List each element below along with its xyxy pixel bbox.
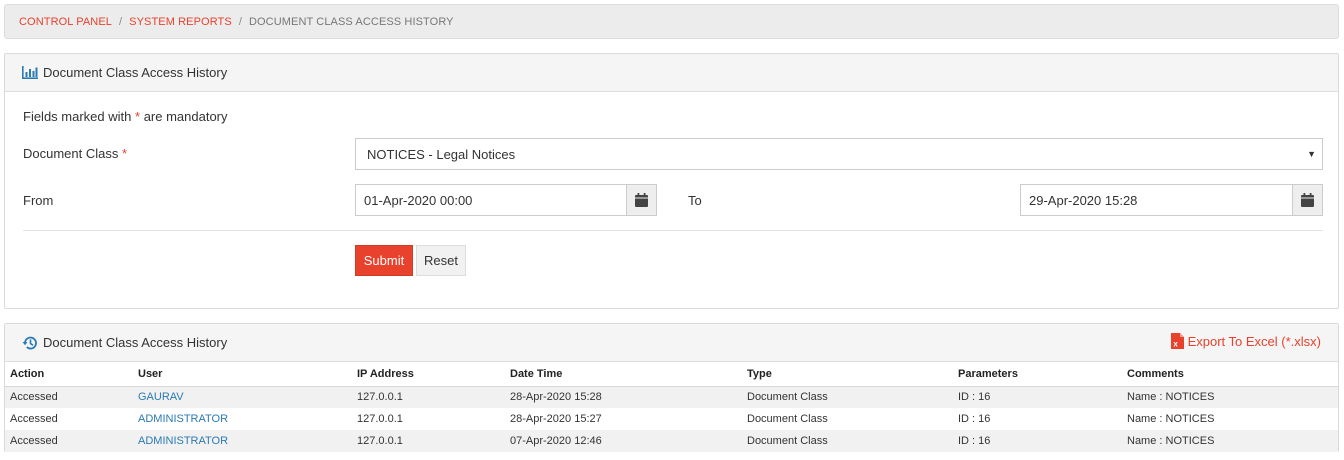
column-header-comments[interactable]: Comments — [1122, 362, 1338, 387]
column-header-user[interactable]: User — [133, 362, 352, 387]
column-header-parameters[interactable]: Parameters — [953, 362, 1122, 387]
cell-action: Accessed — [5, 430, 133, 452]
cell-user: GAURAV — [133, 386, 352, 408]
cell-user: ADMINISTRATOR — [133, 430, 352, 452]
filter-panel-header: Document Class Access History — [5, 54, 1338, 92]
excel-file-icon: x — [1170, 333, 1184, 349]
table-header-row: Action User IP Address Date Time Type Pa… — [5, 362, 1338, 387]
calendar-icon — [635, 193, 648, 207]
cell-comments: Name : NOTICES — [1127, 413, 1215, 425]
breadcrumb-system-reports[interactable]: SYSTEM REPORTS — [129, 16, 232, 28]
cell-parameters: ID : 16 — [953, 430, 1122, 452]
mandatory-note-suffix: are mandatory — [143, 109, 228, 124]
breadcrumb: CONTROL PANEL / SYSTEM REPORTS / DOCUMEN… — [4, 4, 1339, 39]
document-class-label-text: Document Class — [23, 146, 119, 161]
bar-chart-icon — [22, 66, 38, 79]
cell-action: Accessed — [10, 413, 58, 425]
cell-type: Document Class — [742, 386, 953, 408]
required-star: * — [135, 109, 141, 124]
user-link[interactable]: ADMINISTRATOR — [138, 435, 228, 447]
cell-date-time: 28-Apr-2020 15:27 — [510, 413, 602, 425]
to-date-input[interactable] — [1021, 185, 1292, 215]
access-history-table: Action User IP Address Date Time Type Pa… — [5, 362, 1338, 452]
form-divider — [23, 230, 1323, 231]
user-link[interactable]: GAURAV — [138, 391, 184, 403]
history-icon — [22, 336, 37, 349]
from-label: From — [23, 193, 54, 208]
export-excel-label: Export To Excel (*.xlsx) — [1187, 333, 1321, 349]
column-header-ip-address[interactable]: IP Address — [352, 362, 505, 387]
column-header-date-time[interactable]: Date Time — [505, 362, 742, 387]
filter-panel: Document Class Access History Fields mar… — [4, 53, 1339, 309]
breadcrumb-separator: / — [119, 15, 123, 28]
filter-panel-title: Document Class Access History — [43, 65, 228, 80]
cell-type: Document Class — [742, 430, 953, 452]
breadcrumb-separator: / — [238, 15, 242, 28]
export-excel-link[interactable]: x Export To Excel (*.xlsx) — [1170, 333, 1321, 349]
results-panel-header: Document Class Access History x Export T… — [5, 324, 1338, 362]
cell-user: ADMINISTRATOR — [133, 408, 352, 430]
breadcrumb-control-panel[interactable]: CONTROL PANEL — [19, 16, 112, 28]
cell-date-time: 07-Apr-2020 12:46 — [505, 430, 742, 452]
table-row: Accessed ADMINISTRATOR 127.0.0.1 28-Apr-… — [5, 408, 1338, 430]
svg-text:x: x — [1173, 340, 1178, 349]
column-header-action[interactable]: Action — [5, 362, 133, 387]
cell-parameters: ID : 16 — [958, 413, 991, 425]
document-class-label: Document Class * — [23, 146, 127, 161]
required-star: * — [122, 146, 128, 161]
column-header-type[interactable]: Type — [742, 362, 953, 387]
breadcrumb-current: DOCUMENT CLASS ACCESS HISTORY — [248, 15, 454, 28]
calendar-button[interactable] — [1292, 185, 1322, 215]
table-row: Accessed ADMINISTRATOR 127.0.0.1 07-Apr-… — [5, 430, 1338, 452]
document-class-selected-value: NOTICES - Legal Notices — [367, 146, 516, 162]
cell-type: Document Class — [747, 413, 828, 425]
submit-button[interactable]: Submit — [355, 245, 413, 276]
to-label: To — [688, 193, 702, 208]
results-panel: Document Class Access History x Export T… — [4, 323, 1339, 452]
user-link[interactable]: ADMINISTRATOR — [138, 413, 228, 425]
table-row: Accessed GAURAV 127.0.0.1 28-Apr-2020 15… — [5, 386, 1338, 408]
cell-comments: Name : NOTICES — [1122, 430, 1338, 452]
to-date-picker — [1020, 184, 1323, 216]
results-panel-title: Document Class Access History — [43, 335, 228, 350]
caret-down-icon: ▼ — [1307, 149, 1316, 159]
from-date-picker — [355, 184, 657, 216]
cell-comments: Name : NOTICES — [1122, 386, 1338, 408]
cell-ip-address: 127.0.0.1 — [357, 413, 403, 425]
reset-button[interactable]: Reset — [416, 245, 466, 276]
cell-ip-address: 127.0.0.1 — [352, 386, 505, 408]
calendar-icon — [1301, 193, 1314, 207]
document-class-select[interactable]: NOTICES - Legal Notices ▼ — [355, 138, 1323, 170]
calendar-button[interactable] — [626, 185, 656, 215]
mandatory-note-prefix: Fields marked with — [23, 109, 132, 124]
cell-parameters: ID : 16 — [953, 386, 1122, 408]
from-date-input[interactable] — [356, 185, 626, 215]
mandatory-note: Fields marked with * are mandatory — [23, 109, 228, 124]
cell-ip-address: 127.0.0.1 — [352, 430, 505, 452]
cell-action: Accessed — [5, 386, 133, 408]
cell-date-time: 28-Apr-2020 15:28 — [505, 386, 742, 408]
